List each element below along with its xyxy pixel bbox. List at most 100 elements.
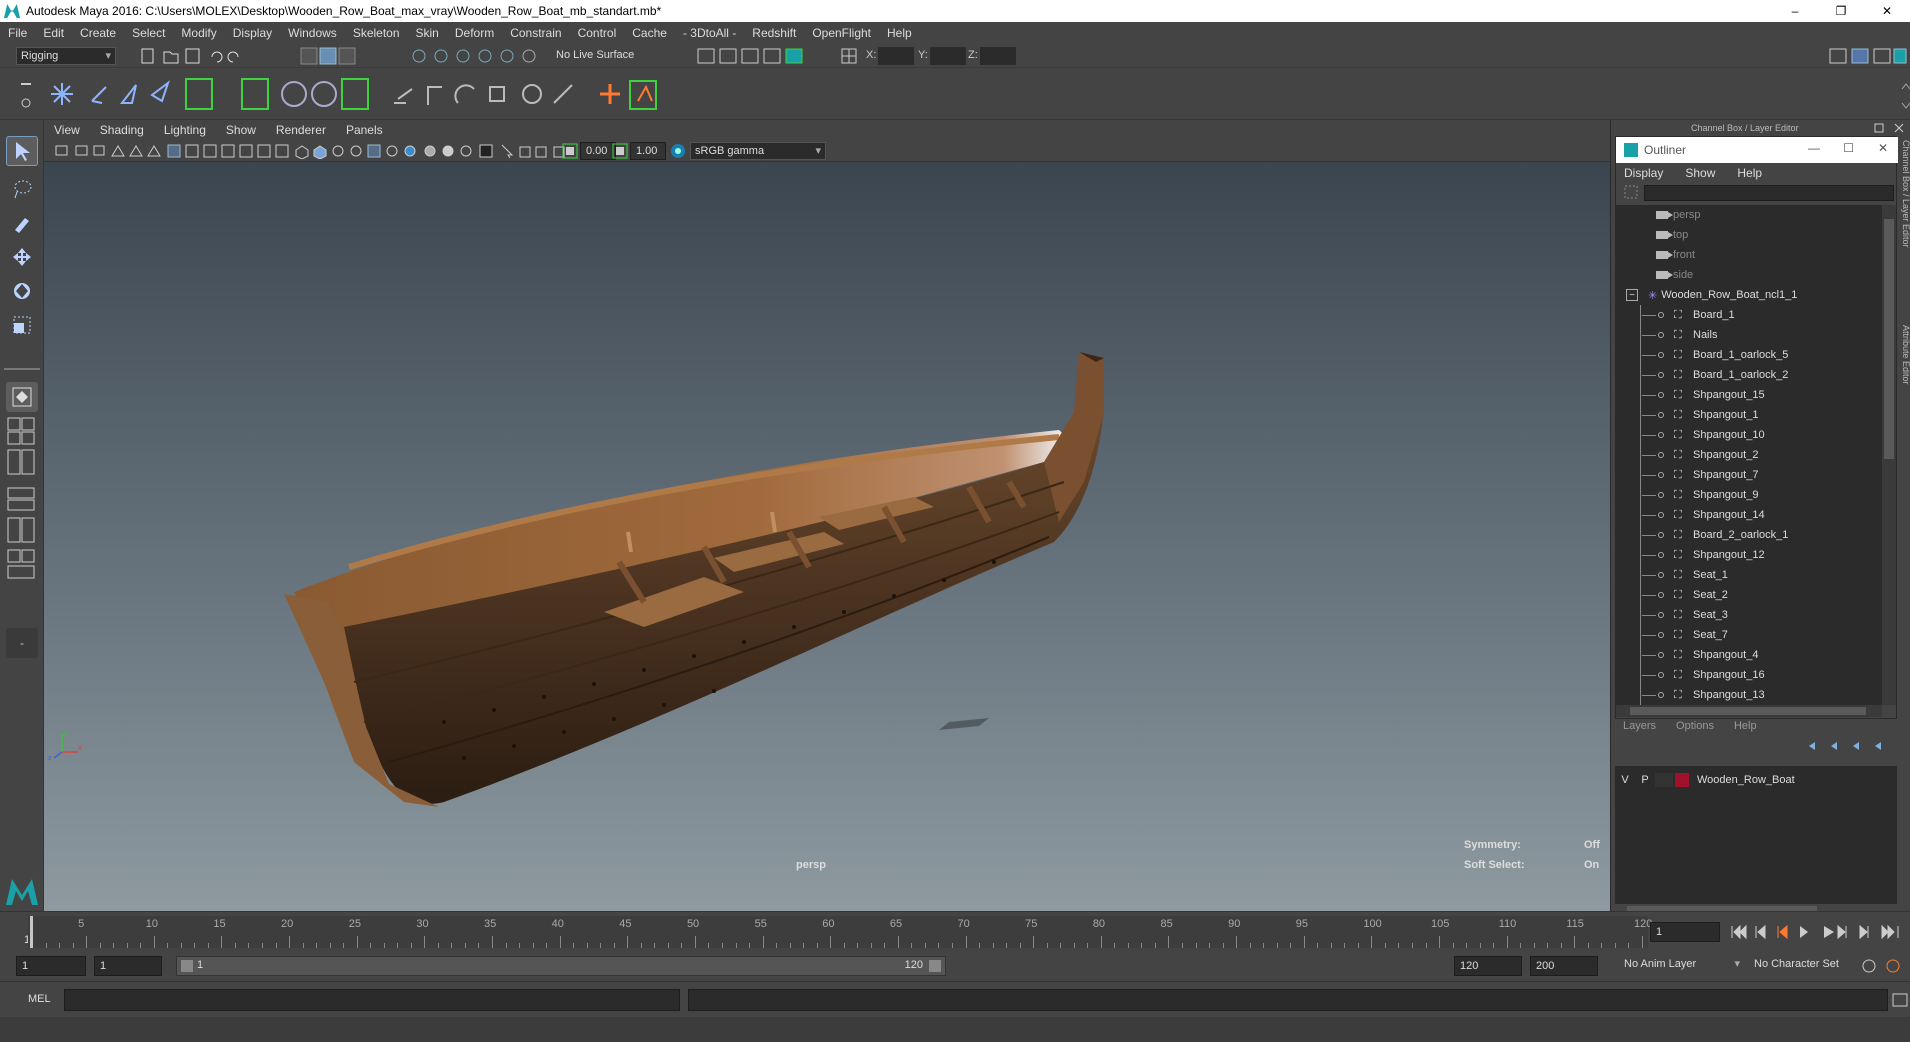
- menu-skeleton[interactable]: Skeleton: [353, 26, 400, 40]
- menu-3dtoall[interactable]: - 3DtoAll -: [683, 26, 736, 40]
- vp-menu-panels[interactable]: Panels: [346, 123, 383, 137]
- outliner-item[interactable]: ⛶ Seat_3: [1616, 605, 1882, 625]
- outliner-item-persp[interactable]: persp: [1616, 205, 1882, 225]
- range-bar[interactable]: 1 120: [176, 956, 946, 976]
- menu-windows[interactable]: Windows: [288, 26, 337, 40]
- menu-skin[interactable]: Skin: [416, 26, 439, 40]
- boat-model[interactable]: [44, 162, 1610, 911]
- rotate-tool-button[interactable]: [6, 276, 38, 306]
- toolbox-collapse-button[interactable]: -: [6, 628, 38, 658]
- y-field[interactable]: [930, 47, 966, 65]
- viewport-canvas[interactable]: x y z persp Symmetry: Off Soft Select: O…: [44, 162, 1610, 911]
- menu-display[interactable]: Display: [233, 26, 272, 40]
- playback-end-field[interactable]: 120: [1454, 956, 1522, 976]
- outliner-menu-show[interactable]: Show: [1685, 166, 1715, 180]
- outliner-item-group[interactable]: − ✳ Wooden_Row_Boat_ncl1_1: [1616, 285, 1882, 305]
- layer-menu-help[interactable]: Help: [1734, 720, 1757, 732]
- outliner-item[interactable]: ⛶ Shpangout_16: [1616, 665, 1882, 685]
- outliner-vscroll[interactable]: [1882, 205, 1896, 705]
- exposure-icon[interactable]: [562, 143, 578, 159]
- shelf-options-icon[interactable]: [18, 77, 34, 111]
- gamma-icon[interactable]: [612, 143, 628, 159]
- menu-deform[interactable]: Deform: [455, 26, 494, 40]
- script-editor-icon[interactable]: [1892, 993, 1908, 1007]
- layer-menu-layers[interactable]: Layers: [1623, 720, 1656, 732]
- vp-menu-show[interactable]: Show: [226, 123, 256, 137]
- gamma-field[interactable]: 1.00: [630, 142, 666, 160]
- prefs-icons[interactable]: [1860, 957, 1908, 975]
- command-input[interactable]: [64, 989, 680, 1011]
- dock-controls[interactable]: [1873, 122, 1907, 134]
- outliner-item[interactable]: ⛶ Shpangout_7: [1616, 465, 1882, 485]
- outliner-filter-field[interactable]: [1644, 185, 1894, 201]
- vp-menu-view[interactable]: View: [54, 123, 80, 137]
- single-view-button[interactable]: [6, 382, 38, 412]
- scale-tool-button[interactable]: [6, 310, 38, 340]
- outliner-item-side[interactable]: side: [1616, 265, 1882, 285]
- outliner-item[interactable]: ⛶ Seat_1: [1616, 565, 1882, 585]
- range-start-handle[interactable]: [181, 960, 193, 972]
- outliner-item[interactable]: ⛶ Shpangout_4: [1616, 645, 1882, 665]
- layer-tool-icons[interactable]: [1805, 736, 1891, 756]
- outliner-item[interactable]: ⛶ Shpangout_15: [1616, 385, 1882, 405]
- collapse-toggle[interactable]: −: [1626, 289, 1638, 301]
- layout-presets-icon[interactable]: [6, 416, 38, 476]
- outliner-item[interactable]: ⛶ Nails: [1616, 325, 1882, 345]
- outliner-menu-help[interactable]: Help: [1737, 166, 1762, 180]
- maya-home-icon[interactable]: [4, 875, 40, 907]
- outliner-item[interactable]: ⛶ Seat_2: [1616, 585, 1882, 605]
- outliner-item[interactable]: ⛶ Shpangout_13: [1616, 685, 1882, 705]
- current-time-indicator[interactable]: [30, 916, 33, 948]
- shelf-scroll-icon[interactable]: [1900, 79, 1910, 113]
- layer-color-swatch[interactable]: [1675, 773, 1689, 787]
- outliner-item[interactable]: ⛶ Seat_7: [1616, 625, 1882, 645]
- menu-file[interactable]: File: [8, 26, 27, 40]
- outliner-item-top[interactable]: top: [1616, 225, 1882, 245]
- outliner-restore-button[interactable]: ☐: [1843, 141, 1854, 155]
- outliner-item[interactable]: ⛶ Shpangout_2: [1616, 445, 1882, 465]
- layer-row[interactable]: V P Wooden_Row_Boat: [1615, 770, 1897, 790]
- layer-menu-options[interactable]: Options: [1676, 720, 1714, 732]
- scene-start-field[interactable]: 1: [16, 956, 86, 976]
- outliner-hscroll-thumb[interactable]: [1630, 707, 1866, 715]
- minimize-button[interactable]: –: [1772, 0, 1818, 22]
- menu-cache[interactable]: Cache: [632, 26, 667, 40]
- outliner-minimize-button[interactable]: —: [1808, 141, 1820, 155]
- menu-create[interactable]: Create: [80, 26, 116, 40]
- playback-start-field[interactable]: 1: [94, 956, 162, 976]
- command-language[interactable]: MEL: [28, 993, 51, 1005]
- transform-mode-icon[interactable]: [840, 47, 860, 65]
- layout-variants-icon[interactable]: [6, 486, 38, 596]
- scene-end-field[interactable]: 200: [1530, 956, 1598, 976]
- outliner-item[interactable]: ⛶ Board_1: [1616, 305, 1882, 325]
- menu-control[interactable]: Control: [578, 26, 617, 40]
- x-field[interactable]: [878, 47, 914, 65]
- character-set-dropdown[interactable]: No Character Set: [1750, 956, 1854, 976]
- lasso-tool-button[interactable]: [6, 174, 38, 204]
- vp-menu-lighting[interactable]: Lighting: [164, 123, 206, 137]
- menu-edit[interactable]: Edit: [43, 26, 64, 40]
- outliner-vscroll-thumb[interactable]: [1884, 219, 1894, 459]
- color-management-icon[interactable]: [670, 143, 686, 159]
- outliner-item[interactable]: ⛶ Board_1_oarlock_2: [1616, 365, 1882, 385]
- channel-box-side-tab[interactable]: Channel Box / Layer Editor: [1899, 140, 1910, 320]
- outliner-item[interactable]: ⛶ Shpangout_12: [1616, 545, 1882, 565]
- outliner-item[interactable]: ⛶ Shpangout_10: [1616, 425, 1882, 445]
- paint-select-button[interactable]: [6, 208, 38, 238]
- layer-visibility-toggle[interactable]: V: [1615, 774, 1635, 786]
- menu-constrain[interactable]: Constrain: [510, 26, 561, 40]
- attribute-editor-side-tab[interactable]: Attribute Editor: [1899, 325, 1910, 475]
- outliner-hscroll[interactable]: [1616, 705, 1882, 717]
- outliner-item[interactable]: ⛶ Board_2_oarlock_1: [1616, 525, 1882, 545]
- time-ruler[interactable]: 5 10 15 20 25 30 35 40 45 50 55 60 65 70 75 80 85 90 95 100…: [28, 916, 1652, 948]
- exposure-field[interactable]: 0.00: [580, 142, 616, 160]
- anim-layer-dropdown[interactable]: No Anim Layer ▾: [1620, 956, 1744, 976]
- outliner-item[interactable]: ⛶ Shpangout_9: [1616, 485, 1882, 505]
- z-field[interactable]: [980, 47, 1016, 65]
- restore-button[interactable]: ❐: [1818, 0, 1864, 22]
- menuset-dropdown[interactable]: Rigging ▾: [16, 47, 116, 65]
- select-tool-button[interactable]: [6, 136, 38, 166]
- range-end-handle[interactable]: [929, 960, 941, 972]
- layer-playback-toggle[interactable]: P: [1635, 774, 1655, 786]
- menu-select[interactable]: Select: [132, 26, 165, 40]
